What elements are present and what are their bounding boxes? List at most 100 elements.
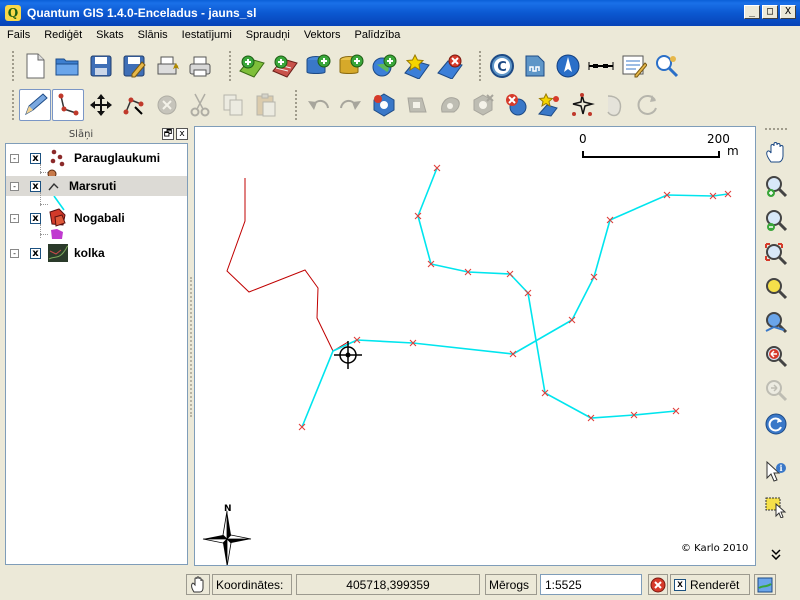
simplify-feature-icon[interactable] xyxy=(434,89,466,121)
coordinates-value[interactable]: 405718,399359 xyxy=(296,574,480,595)
node-tool-icon[interactable] xyxy=(118,89,150,121)
editing-line xyxy=(226,178,349,352)
menu-skats[interactable]: Skats xyxy=(89,29,131,41)
toolbar-grip[interactable] xyxy=(229,51,232,81)
layer-visibility-checkbox[interactable]: x xyxy=(30,152,41,164)
render-label: Renderēt xyxy=(690,577,740,592)
layer-expander[interactable]: - xyxy=(10,181,19,191)
menu-iestatijumi[interactable]: Iestatījumi xyxy=(175,29,239,41)
more-tools-icon[interactable] xyxy=(762,546,790,562)
menu-fails[interactable]: Fails xyxy=(0,29,37,41)
scalebar-icon[interactable] xyxy=(519,50,551,82)
layer-expander[interactable]: - xyxy=(10,248,19,258)
toolbar-grip[interactable] xyxy=(479,51,482,81)
stop-icon xyxy=(650,577,666,592)
tree-connector xyxy=(40,224,41,238)
layer-expander[interactable]: - xyxy=(10,213,19,223)
delete-selected-icon[interactable] xyxy=(151,89,183,121)
projection-button[interactable] xyxy=(754,574,776,595)
undo-icon[interactable] xyxy=(302,89,334,121)
layer-visibility-checkbox[interactable]: x xyxy=(30,212,41,224)
toolbar-grip[interactable] xyxy=(12,51,15,81)
copyright-label-icon[interactable]: C xyxy=(486,50,518,82)
map-canvas[interactable]: 0 200 m N © Karlo 2010 xyxy=(194,126,756,566)
add-postgis-layer-icon[interactable] xyxy=(302,50,334,82)
paste-features-icon[interactable] xyxy=(250,89,282,121)
split-features-icon[interactable] xyxy=(566,89,598,121)
add-spatialite-layer-icon[interactable] xyxy=(335,50,367,82)
scale-input[interactable]: 1:5525 xyxy=(540,574,642,595)
menu-spraudni[interactable]: Spraudņi xyxy=(239,29,297,41)
rotate-point-symbols-icon[interactable] xyxy=(632,89,664,121)
render-checkbox[interactable]: x xyxy=(674,578,686,591)
remove-layer-icon[interactable] xyxy=(434,50,466,82)
layer-row-marsruti[interactable]: - x Marsruti xyxy=(6,176,187,196)
stop-render-button[interactable] xyxy=(648,574,668,595)
scale-decoration-icon[interactable] xyxy=(585,50,617,82)
save-as-icon[interactable] xyxy=(118,50,150,82)
menu-palidziba[interactable]: Palīdzība xyxy=(348,29,408,41)
close-button[interactable]: X xyxy=(780,5,796,19)
layer-row-nogabali[interactable]: - x Nogabali xyxy=(6,208,187,228)
cut-features-icon[interactable] xyxy=(184,89,216,121)
delete-part-icon[interactable] xyxy=(500,89,532,121)
toolbar-grip[interactable] xyxy=(295,90,298,120)
panel-float-button[interactable]: 🗗 xyxy=(162,128,174,140)
capture-line-icon[interactable] xyxy=(52,89,84,121)
north-label: N xyxy=(224,504,232,514)
move-feature-icon[interactable] xyxy=(85,89,117,121)
add-ring-icon[interactable] xyxy=(368,89,400,121)
zoom-full-icon[interactable] xyxy=(762,240,790,268)
merge-features-icon[interactable] xyxy=(599,89,631,121)
minimize-button[interactable]: _ xyxy=(744,5,760,19)
redo-icon[interactable] xyxy=(335,89,367,121)
panel-splitter[interactable] xyxy=(189,127,193,567)
layer-row-kolka[interactable]: - x kolka xyxy=(6,243,187,263)
reshape-features-icon[interactable] xyxy=(533,89,565,121)
north-arrow-icon[interactable] xyxy=(552,50,584,82)
select-features-icon[interactable] xyxy=(762,492,790,520)
delete-ring-icon[interactable] xyxy=(467,89,499,121)
layer-visibility-checkbox[interactable]: x xyxy=(30,180,41,192)
refresh-icon[interactable] xyxy=(762,410,790,438)
toolbar-grip[interactable] xyxy=(12,90,15,120)
menu-rediget[interactable]: Rediģēt xyxy=(37,29,89,41)
add-vector-layer-icon[interactable] xyxy=(236,50,268,82)
status-bar: Koordinātes: 405718,399359 Mērogs 1:5525… xyxy=(0,570,800,600)
status-icon[interactable] xyxy=(186,574,210,595)
polygon-symbol-legend xyxy=(50,228,64,243)
editing-toolbar xyxy=(0,85,800,125)
save-project-icon[interactable] xyxy=(85,50,117,82)
python-console-icon[interactable] xyxy=(651,50,683,82)
scalebar-unit-label: m xyxy=(727,144,739,158)
panel-close-button[interactable]: x xyxy=(176,128,188,140)
text-annotation-icon[interactable] xyxy=(618,50,650,82)
add-raster-layer-icon[interactable] xyxy=(269,50,301,82)
zoom-to-layer-icon[interactable] xyxy=(762,308,790,336)
zoom-out-icon[interactable] xyxy=(762,206,790,234)
print-icon[interactable] xyxy=(184,50,216,82)
menu-slanis[interactable]: Slānis xyxy=(131,29,175,41)
new-vector-layer-icon[interactable] xyxy=(401,50,433,82)
layer-name: Marsruti xyxy=(69,179,117,193)
open-project-icon[interactable] xyxy=(52,50,84,82)
add-island-icon[interactable] xyxy=(401,89,433,121)
copy-features-icon[interactable] xyxy=(217,89,249,121)
add-wms-layer-icon[interactable] xyxy=(368,50,400,82)
identify-icon[interactable]: i xyxy=(762,458,790,486)
layer-row-parauglaukumi[interactable]: - x Parauglaukumi xyxy=(6,148,187,168)
toggle-editing-icon[interactable] xyxy=(19,89,51,121)
zoom-last-icon[interactable] xyxy=(762,342,790,370)
zoom-in-icon[interactable] xyxy=(762,172,790,200)
menu-vektors[interactable]: Vektors xyxy=(297,29,348,41)
layer-visibility-checkbox[interactable]: x xyxy=(30,247,41,259)
zoom-to-selection-icon[interactable] xyxy=(762,274,790,302)
menu-bar: Fails Rediģēt Skats Slānis Iestatījumi S… xyxy=(0,26,800,44)
new-print-composer-icon[interactable] xyxy=(151,50,183,82)
layer-expander[interactable]: - xyxy=(10,153,19,163)
pan-icon[interactable] xyxy=(762,138,790,166)
new-project-icon[interactable] xyxy=(19,50,51,82)
zoom-next-icon[interactable] xyxy=(762,376,790,404)
render-toggle[interactable]: x Renderēt xyxy=(670,574,750,595)
maximize-button[interactable]: □ xyxy=(762,5,778,19)
